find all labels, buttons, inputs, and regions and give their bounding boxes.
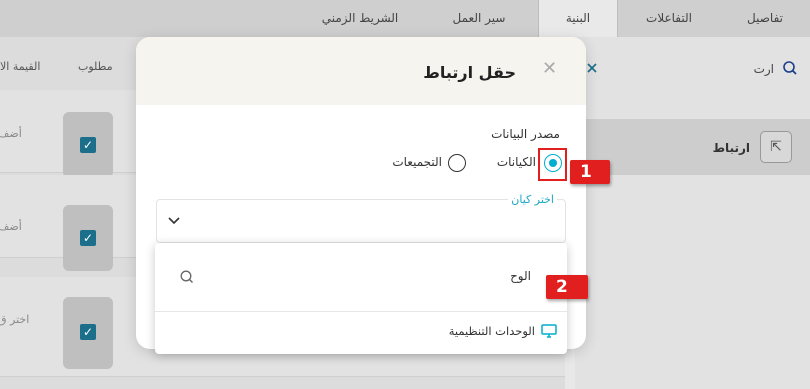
tab-details[interactable]: تفاصيل [720, 0, 810, 37]
required-cell: ✓ [63, 112, 113, 178]
required-checkbox[interactable]: ✓ [80, 324, 96, 340]
entity-dropdown: الوحدات التنظيمية [155, 243, 567, 354]
field-search-bar[interactable]: ارت [581, 57, 810, 81]
entity-select-label: اختر كيان [508, 193, 557, 206]
radio-collections[interactable] [448, 154, 466, 172]
tab-structure[interactable]: البنية [538, 0, 618, 37]
data-source-radio-group: الكيانات التجميعات [362, 153, 562, 175]
field-types-panel: ارت ⇱ ارتباط [575, 37, 810, 389]
dialog-title: حقل ارتباط [423, 63, 516, 82]
close-icon[interactable]: ✕ [542, 59, 557, 79]
column-header-default-value: القيمة الا [0, 60, 41, 73]
required-checkbox[interactable]: ✓ [80, 230, 96, 246]
default-value-input[interactable]: أضف [0, 220, 22, 233]
callout-badge-1: 1 [570, 160, 610, 184]
default-value-select[interactable]: اختر ق [0, 313, 29, 326]
tab-overflow [0, 0, 38, 37]
monitor-icon [541, 324, 557, 338]
tab-interactions[interactable]: التفاعلات [618, 0, 720, 37]
callout-highlight [538, 148, 567, 181]
column-header-required: مطلوب [78, 60, 113, 73]
clear-icon[interactable] [585, 61, 599, 75]
search-icon [180, 270, 193, 283]
field-type-label: ارتباط [712, 141, 750, 155]
entity-search-input[interactable] [215, 261, 531, 291]
default-value-input[interactable]: أضف [0, 127, 22, 140]
tabs-bar: الشريط الزمني سير العمل البنية التفاعلات… [0, 0, 810, 37]
chevron-down-icon[interactable] [165, 211, 183, 229]
required-checkbox[interactable]: ✓ [80, 137, 96, 153]
dialog-header: حقل ارتباط ✕ [136, 37, 586, 105]
search-icon [783, 61, 797, 75]
dropdown-option-label: الوحدات التنظيمية [448, 324, 535, 338]
entity-select[interactable]: اختر كيان [156, 193, 566, 243]
callout-badge-2: 2 [546, 275, 588, 299]
field-search-value: ارت [753, 62, 774, 76]
radio-collections-label[interactable]: التجميعات [392, 155, 442, 169]
required-cell: ✓ [63, 297, 113, 369]
radio-entities-label[interactable]: الكيانات [497, 155, 536, 169]
tab-timeline[interactable]: الشريط الزمني [300, 0, 420, 37]
data-source-label: مصدر البيانات [491, 127, 560, 141]
required-cell: ✓ [63, 205, 113, 271]
link-icon: ⇱ [760, 131, 792, 163]
field-type-relation[interactable]: ⇱ ارتباط [583, 119, 810, 175]
tab-workflow[interactable]: سير العمل [420, 0, 538, 37]
divider [155, 311, 567, 312]
dropdown-option-org-units[interactable]: الوحدات التنظيمية [449, 319, 557, 343]
